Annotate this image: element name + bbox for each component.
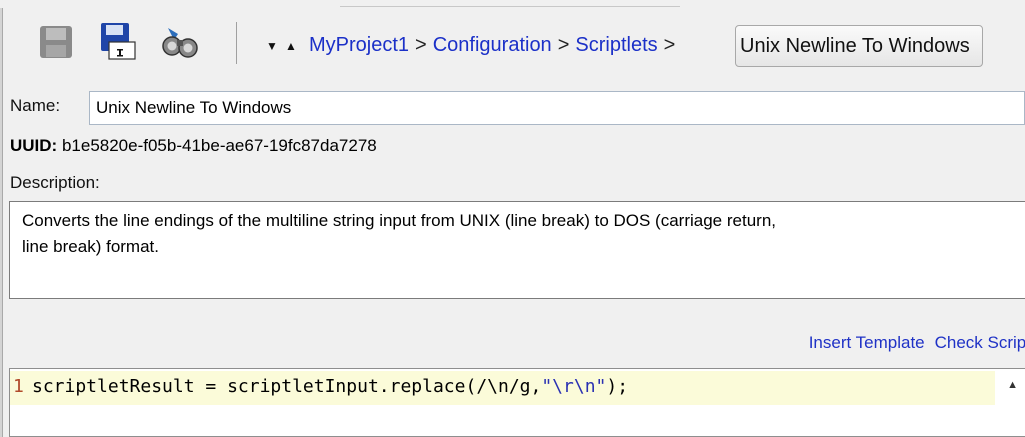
code-text: scriptletResult = scriptletInput.replace… — [32, 376, 542, 397]
tab-outline — [340, 0, 680, 7]
insert-template-link[interactable]: Insert Template — [809, 333, 925, 352]
code-line[interactable]: scriptletResult = scriptletInput.replace… — [32, 376, 628, 397]
line-number: 1 — [13, 376, 24, 397]
nav-up-icon[interactable]: ▲ — [285, 39, 297, 53]
left-border — [0, 8, 3, 437]
breadcrumb-separator: > — [415, 34, 427, 56]
breadcrumb: MyProject1 > Configuration > Scriptlets > Uni… — [309, 25, 983, 67]
breadcrumb-separator: > — [557, 34, 570, 56]
code-string: "\r\n" — [541, 376, 607, 397]
save-disabled-icon[interactable] — [36, 22, 76, 62]
uuid-value: b1e5820e-f05b-41be-ae67-19fc87da7278 — [61, 136, 377, 155]
breadcrumb-item-scriptlets[interactable]: Scriptlets — [575, 34, 657, 56]
uuid-row: UUID: b1e5820e-f05b-41be-ae67-19fc87da72… — [10, 136, 377, 156]
description-field[interactable]: Converts the line endings of the multili… — [9, 201, 1025, 299]
top-strip — [0, 0, 1025, 8]
uuid-label: UUID: — [10, 136, 58, 155]
script-editor[interactable]: 1 scriptletResult = scriptletInput.repla… — [9, 368, 1025, 437]
scroll-up-icon[interactable]: ▲ — [1007, 379, 1018, 391]
code-text: ); — [606, 376, 629, 397]
check-script-link[interactable]: Check Script — [935, 333, 1025, 352]
description-line: Converts the line endings of the multili… — [22, 211, 776, 230]
breadcrumb-separator: > — [663, 34, 676, 56]
editor-actions: Insert Template Check Script — [799, 333, 1025, 353]
breadcrumb-current[interactable]: Unix Newline To Windows — [735, 25, 983, 67]
breadcrumb-item-configuration[interactable]: Configuration — [433, 34, 552, 56]
name-field[interactable]: Unix Newline To Windows — [89, 91, 1025, 125]
description-label: Description: — [10, 173, 100, 192]
name-label: Name: — [10, 96, 61, 115]
save-as-icon[interactable] — [98, 22, 138, 62]
binoculars-icon[interactable] — [160, 22, 200, 62]
description-line: line break) format. — [22, 237, 159, 256]
toolbar: ▼ ▲ MyProject1 > Configuration > Scriptlets >… — [4, 8, 1025, 70]
nav-down-icon[interactable]: ▼ — [266, 39, 278, 53]
toolbar-separator — [236, 22, 237, 64]
breadcrumb-item-project[interactable]: MyProject1 — [309, 34, 409, 56]
